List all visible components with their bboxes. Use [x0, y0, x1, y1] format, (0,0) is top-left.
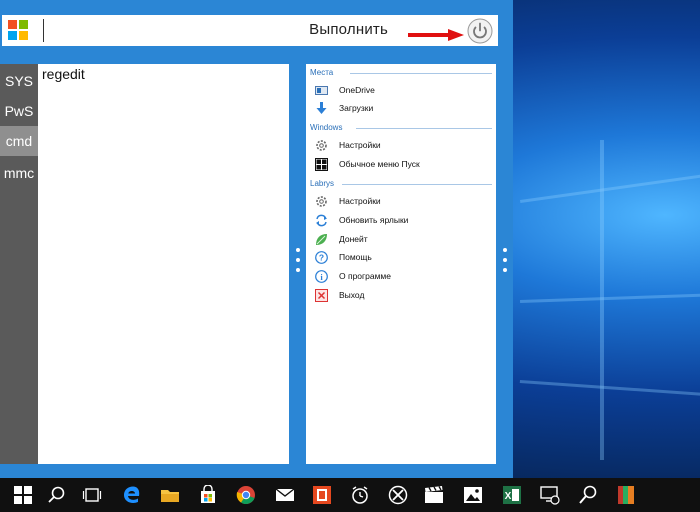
start-menu-panel: Выполнить SYS PwS cmd mmc regedit Места: [0, 0, 513, 478]
link-label: OneDrive: [339, 85, 375, 95]
link-label: О программе: [339, 271, 392, 281]
sidebar-item-cmd[interactable]: cmd: [0, 126, 38, 156]
start-icon[interactable]: [13, 485, 33, 505]
search-icon[interactable]: [47, 485, 67, 505]
left-resize-handle[interactable]: [296, 248, 300, 278]
remote-desktop-icon[interactable]: [540, 485, 560, 505]
excel-icon[interactable]: X: [502, 485, 522, 505]
section-title-places: Места: [310, 68, 334, 77]
exit-icon: [315, 289, 328, 302]
svg-text:X: X: [505, 491, 512, 502]
link-label: Загрузки: [339, 103, 374, 113]
link-label: Обычное меню Пуск: [339, 159, 420, 169]
xbox-icon[interactable]: [388, 485, 408, 505]
section-title-labrys: Labrys: [310, 179, 335, 188]
command-text-area[interactable]: regedit: [38, 64, 289, 464]
power-icon[interactable]: [467, 18, 493, 44]
run-button[interactable]: Выполнить: [309, 21, 388, 38]
link-label: Выход: [339, 290, 365, 300]
store-icon[interactable]: [198, 485, 218, 505]
link-help[interactable]: ? Помощь: [315, 250, 490, 266]
link-about[interactable]: i О программе: [315, 269, 490, 285]
task-view-icon[interactable]: [82, 485, 102, 505]
links-panel: Места OneDrive Загрузки Windows Настройк…: [306, 64, 496, 464]
link-donate[interactable]: Донейт: [315, 232, 490, 248]
alarms-icon[interactable]: [350, 485, 370, 505]
windows-logo-icon[interactable]: [8, 20, 29, 41]
sidebar: SYS PwS cmd mmc: [0, 64, 38, 464]
start-menu-icon: [315, 158, 328, 171]
photos-icon[interactable]: [463, 485, 483, 505]
chrome-icon[interactable]: [236, 485, 256, 505]
link-exit[interactable]: Выход: [315, 288, 490, 304]
winrar-icon[interactable]: [616, 485, 636, 505]
leaf-icon: [316, 234, 327, 245]
download-icon: [316, 102, 327, 114]
help-icon: ?: [315, 251, 328, 264]
link-label: Донейт: [339, 234, 368, 244]
mail-icon[interactable]: [275, 485, 295, 505]
link-label: Обновить ярлыки: [339, 215, 409, 225]
office-icon[interactable]: [312, 485, 332, 505]
section-divider: [350, 73, 492, 74]
sidebar-item-sys[interactable]: SYS: [0, 66, 38, 96]
gear-icon: [316, 196, 327, 207]
link-windows-settings[interactable]: Настройки: [315, 138, 490, 154]
onedrive-icon: [315, 86, 328, 95]
sidebar-item-mmc[interactable]: mmc: [0, 158, 38, 188]
gear-icon: [316, 140, 327, 151]
right-resize-handle[interactable]: [503, 248, 507, 278]
link-label: Настройки: [339, 140, 381, 150]
file-explorer-icon[interactable]: [160, 485, 180, 505]
search-bar[interactable]: Выполнить: [2, 15, 498, 46]
refresh-shortcuts-icon: [316, 214, 327, 227]
taskbar: X: [0, 478, 700, 512]
link-classic-start-menu[interactable]: Обычное меню Пуск: [315, 157, 490, 173]
section-divider: [356, 128, 492, 129]
link-refresh-shortcuts[interactable]: Обновить ярлыки: [315, 213, 490, 229]
link-label: Настройки: [339, 196, 381, 206]
svg-text:?: ?: [319, 253, 324, 263]
red-arrow-annotation: [408, 29, 464, 41]
link-labrys-settings[interactable]: Настройки: [315, 194, 490, 210]
movies-icon[interactable]: [424, 485, 444, 505]
info-icon: i: [315, 270, 328, 283]
link-label: Помощь: [339, 252, 372, 262]
link-downloads[interactable]: Загрузки: [315, 101, 490, 117]
section-title-windows: Windows: [310, 123, 343, 132]
edge-icon[interactable]: [122, 485, 142, 505]
sidebar-item-pws[interactable]: PwS: [0, 96, 38, 126]
text-cursor: [43, 19, 44, 42]
section-divider: [342, 184, 492, 185]
link-onedrive[interactable]: OneDrive: [315, 83, 490, 99]
search-tool-icon[interactable]: [578, 485, 598, 505]
command-text: regedit: [42, 66, 85, 82]
